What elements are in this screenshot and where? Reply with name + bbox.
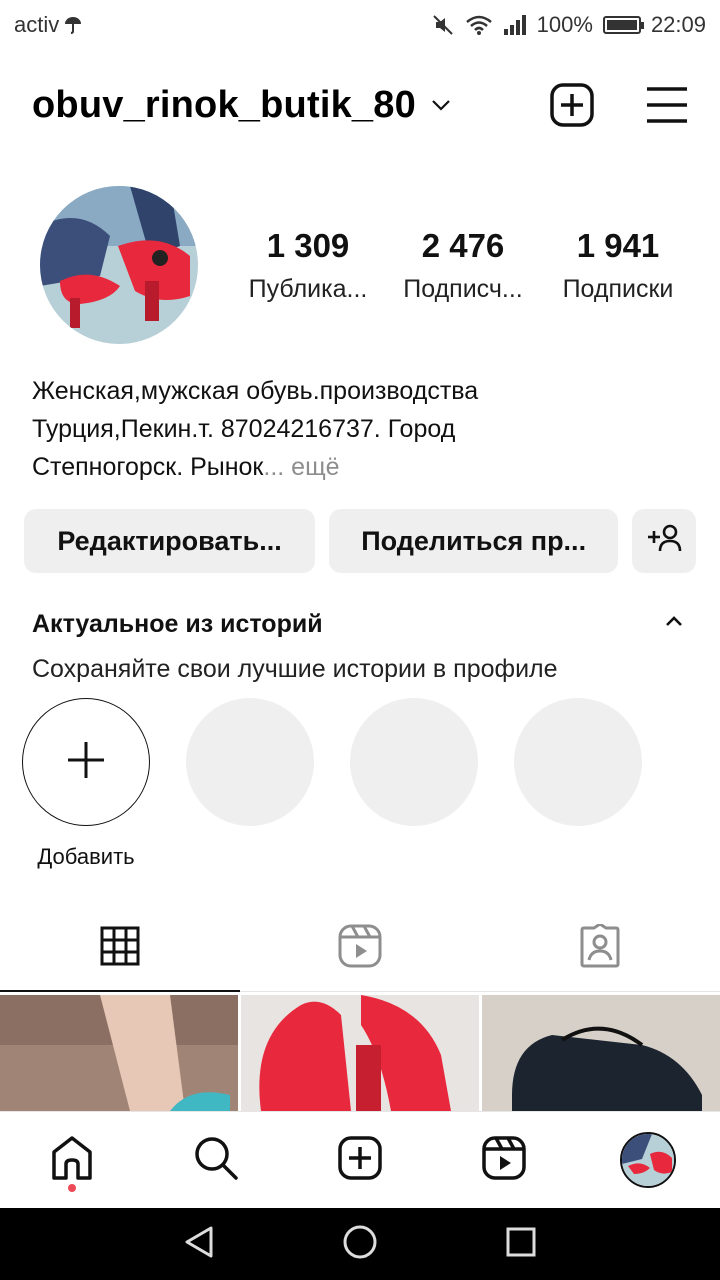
tab-reels[interactable] — [240, 905, 480, 991]
post-thumbnail[interactable] — [482, 995, 720, 1111]
chevron-up-icon[interactable] — [664, 614, 684, 633]
notification-dot — [68, 1184, 76, 1192]
tab-tagged[interactable] — [480, 905, 720, 991]
reels-icon — [338, 924, 382, 973]
stat-value: 1 941 — [576, 226, 660, 264]
bio-more-link[interactable]: ещё — [291, 453, 339, 481]
umbrella-icon — [63, 15, 83, 35]
post-thumbnail[interactable] — [241, 995, 479, 1111]
profile-stats: 1 309 Публика... 2 476 Подписч... 1 941 … — [238, 227, 688, 304]
add-user-icon — [646, 523, 682, 560]
stat-value: 1 309 — [266, 226, 350, 264]
profile-actions: Редактировать... Поделиться пр... — [24, 509, 696, 573]
highlight-add[interactable]: Добавить — [22, 698, 150, 870]
battery-percent: 100% — [536, 12, 593, 37]
battery-level-fill — [606, 20, 637, 30]
new-post-icon[interactable] — [548, 81, 596, 129]
nav-create[interactable] — [320, 1120, 400, 1200]
search-icon — [192, 1134, 240, 1187]
home-icon — [48, 1134, 96, 1187]
mute-icon — [431, 13, 455, 37]
home-button-icon[interactable] — [342, 1224, 378, 1265]
highlight-label: Добавить — [37, 844, 135, 869]
stat-label: Публика... — [248, 274, 368, 303]
highlight-placeholder — [514, 698, 642, 870]
reels-icon — [480, 1134, 528, 1187]
status-right: 100% 22:09 — [431, 12, 706, 38]
chevron-down-icon[interactable] — [430, 98, 452, 112]
profile-summary: 1 309 Публика... 2 476 Подписч... 1 941 … — [40, 185, 688, 345]
discover-people-button[interactable] — [632, 509, 696, 573]
profile-avatar — [620, 1132, 676, 1188]
highlights-row: Добавить — [22, 698, 642, 870]
bio-line: Женская,мужская обувь.производства — [32, 377, 479, 405]
wifi-icon — [465, 14, 493, 36]
nav-reels[interactable] — [464, 1120, 544, 1200]
highlight-placeholder-circle — [350, 698, 478, 826]
bottom-navigation — [0, 1111, 720, 1208]
tab-posts[interactable] — [0, 905, 240, 992]
stat-posts[interactable]: 1 309 Публика... — [238, 227, 378, 304]
profile-bio: Женская,мужская обувь.производства Турци… — [32, 372, 688, 486]
system-navigation-bar — [0, 1208, 720, 1280]
back-icon[interactable] — [183, 1225, 215, 1264]
bio-line: Турция,Пекин.т. 87024216737. Город — [32, 415, 456, 443]
nav-search[interactable] — [176, 1120, 256, 1200]
content-tabs — [0, 905, 720, 992]
add-highlight-button[interactable] — [22, 698, 150, 826]
nav-profile[interactable] — [608, 1120, 688, 1200]
create-icon — [336, 1134, 384, 1187]
signal-icon — [503, 15, 527, 35]
bio-ellipsis: ... — [263, 453, 285, 481]
recents-icon[interactable] — [505, 1226, 537, 1263]
highlights-title: Актуальное из историй — [32, 610, 323, 638]
grid-icon — [100, 926, 140, 971]
highlight-placeholder-circle — [186, 698, 314, 826]
plus-icon — [66, 740, 106, 785]
carrier-name: activ — [14, 12, 60, 37]
username[interactable]: obuv_rinok_butik_80 — [32, 84, 416, 127]
highlight-placeholder-circle — [514, 698, 642, 826]
status-bar: activ 100% 22:09 — [0, 0, 720, 50]
stat-followers[interactable]: 2 476 Подписч... — [393, 227, 533, 304]
post-thumbnail[interactable] — [0, 995, 238, 1111]
avatar[interactable] — [40, 186, 198, 344]
highlight-placeholder — [350, 698, 478, 870]
share-profile-button[interactable]: Поделиться пр... — [329, 509, 619, 573]
post-grid — [0, 995, 720, 1111]
highlight-placeholder — [186, 698, 314, 870]
battery-icon — [602, 16, 644, 34]
bio-line-last: Степногорск. Рынок... ещё — [32, 448, 688, 486]
stat-label: Подписч... — [403, 274, 523, 303]
edit-profile-button[interactable]: Редактировать... — [24, 509, 316, 573]
menu-icon[interactable] — [646, 85, 688, 125]
stat-label: Подписки — [562, 274, 674, 303]
profile-header: obuv_rinok_butik_80 — [32, 70, 688, 140]
stat-following[interactable]: 1 941 Подписки — [548, 227, 688, 304]
nav-home[interactable] — [32, 1120, 112, 1200]
highlights-subtitle: Сохраняйте свои лучшие истории в профиле — [32, 655, 558, 683]
tagged-icon — [578, 921, 622, 973]
highlights-header: Актуальное из историй Сохраняйте свои лу… — [32, 610, 688, 684]
stat-value: 2 476 — [421, 226, 505, 264]
bio-line: Степногорск. Рынок — [32, 453, 264, 481]
status-left: activ — [14, 12, 83, 38]
clock: 22:09 — [650, 12, 706, 37]
header-actions — [548, 81, 688, 129]
